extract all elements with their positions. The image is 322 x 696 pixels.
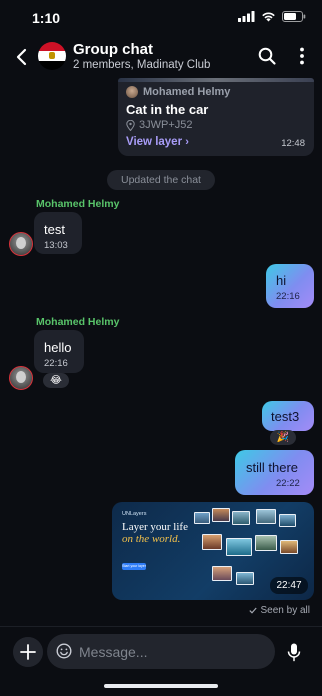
plus-code: 3JWP+J52: [139, 119, 193, 131]
message-text: test3: [271, 409, 300, 424]
message-input[interactable]: [47, 634, 275, 669]
back-button[interactable]: [12, 46, 32, 68]
home-indicator: [104, 684, 218, 688]
sender-avatar: [126, 86, 138, 98]
status-bar: 1:10: [0, 0, 322, 36]
message-text: hi: [276, 273, 287, 288]
avatar[interactable]: [9, 366, 33, 390]
chat-title[interactable]: Group chat: [73, 41, 153, 58]
sender-name: Mohamed Helmy: [36, 316, 120, 328]
microphone-icon: [287, 643, 301, 662]
image-headline-accent: on the world.: [122, 533, 181, 545]
more-vertical-icon: [300, 47, 304, 65]
incoming-message[interactable]: test 13:03: [34, 212, 82, 254]
search-icon: [258, 47, 276, 65]
incoming-message[interactable]: hello 22:16: [34, 330, 84, 373]
chat-subtitle[interactable]: 2 members, Madinaty Club: [73, 59, 210, 71]
cellular-signal-icon: [238, 11, 255, 22]
status-icons: [238, 11, 306, 22]
image-brand: UNLayers: [122, 511, 147, 517]
view-layer-link[interactable]: View layer ›: [126, 136, 189, 148]
add-attachment-button[interactable]: [13, 637, 43, 667]
message-text: test: [44, 222, 65, 237]
image-message[interactable]: UNLayers Layer your life on the world. S…: [112, 502, 314, 600]
chevron-left-icon: [16, 48, 27, 66]
read-receipt: Seen by all: [248, 605, 310, 616]
composer-divider: [0, 626, 322, 627]
outgoing-message[interactable]: still there 22:22: [235, 450, 314, 495]
image-headline: Layer your life: [122, 521, 188, 533]
wifi-icon: [262, 12, 275, 22]
image-cta: Start your layer: [122, 563, 146, 570]
reaction-badge[interactable]: 😂: [43, 373, 69, 388]
system-message: Updated the chat: [107, 170, 215, 190]
location-message[interactable]: Mohamed Helmy Cat in the car 3JWP+J52 Vi…: [118, 82, 314, 156]
avatar[interactable]: [9, 232, 33, 256]
image-time: 22:47: [270, 577, 308, 594]
message-time: 13:03: [44, 240, 68, 251]
chevron-right-icon: ›: [185, 136, 189, 148]
message-time: 22:22: [276, 478, 300, 489]
seen-label: Seen by all: [260, 605, 310, 616]
location-sender: Mohamed Helmy: [126, 86, 230, 98]
more-options-button[interactable]: [292, 46, 312, 66]
message-text: still there: [246, 460, 299, 475]
message-time: 12:48: [281, 138, 305, 149]
location-sender-name: Mohamed Helmy: [143, 86, 231, 98]
group-avatar[interactable]: [38, 42, 66, 70]
voice-message-button[interactable]: [285, 642, 303, 662]
check-icon: [248, 607, 257, 614]
battery-icon: [282, 11, 306, 22]
location-title: Cat in the car: [126, 102, 209, 117]
reaction-badge[interactable]: 🎉: [270, 430, 296, 445]
emoji-button[interactable]: [56, 643, 72, 659]
outgoing-message[interactable]: test3: [262, 401, 314, 431]
message-text: hello: [44, 340, 72, 355]
status-time: 1:10: [32, 10, 61, 26]
location-pin-icon: [126, 119, 135, 131]
message-time: 22:16: [276, 291, 300, 302]
chat-header: Group chat 2 members, Madinaty Club: [0, 36, 322, 78]
view-layer-label: View layer: [126, 136, 183, 148]
location-code: 3JWP+J52: [126, 119, 193, 131]
outgoing-message[interactable]: hi 22:16: [266, 264, 314, 308]
search-button[interactable]: [257, 46, 277, 66]
message-time: 22:16: [44, 358, 68, 369]
emoji-icon: [56, 643, 72, 659]
sender-name: Mohamed Helmy: [36, 198, 120, 210]
